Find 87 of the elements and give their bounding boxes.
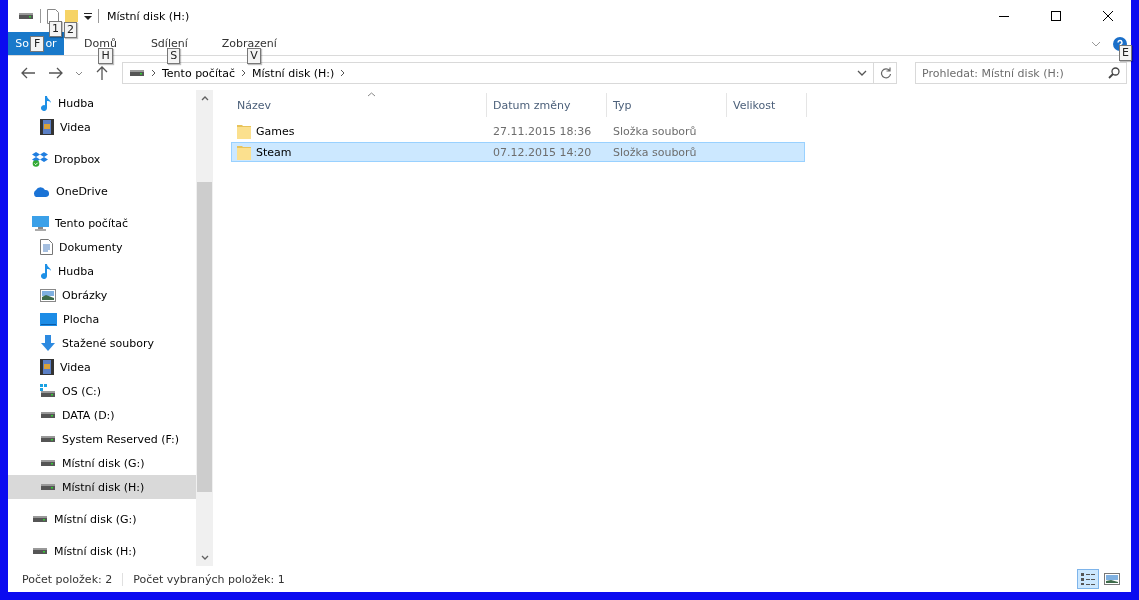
sidebar-item[interactable]: DATA (D:)	[8, 403, 196, 427]
sidebar-item[interactable]: Dokumenty	[8, 235, 196, 259]
file-type: Složka souborů	[612, 145, 698, 159]
maximize-icon	[1051, 11, 1061, 21]
file-date: 27.11.2015 18:36	[492, 124, 593, 138]
status-text: Počet vybraných položek: 1	[133, 572, 286, 586]
search-field[interactable]: Prohledat: Místní disk (H:)	[915, 62, 1127, 84]
chevron-icon[interactable]	[241, 69, 247, 77]
cloud-icon	[32, 185, 50, 197]
folder-icon	[237, 123, 251, 139]
chevron-icon[interactable]	[151, 69, 156, 77]
monitor-icon	[32, 215, 49, 231]
file-name: Steam	[232, 144, 488, 160]
down-arrow-icon	[40, 335, 56, 351]
scrollbar-thumb[interactable]	[197, 182, 212, 492]
film-icon	[40, 119, 54, 135]
sidebar-item[interactable]: Videa	[8, 355, 196, 379]
sidebar-item[interactable]: Místní disk (G:)	[8, 507, 196, 531]
details-view-button[interactable]	[1077, 569, 1099, 589]
key-tip: 1	[49, 20, 62, 37]
sidebar-item[interactable]: OneDrive	[8, 179, 196, 203]
drive-icon	[18, 11, 34, 21]
key-tip: E	[1119, 44, 1132, 61]
up-arrow-icon	[96, 66, 108, 80]
document-icon	[40, 239, 53, 255]
key-tip: 2	[64, 22, 77, 38]
column-header[interactable]: Velikost	[727, 93, 807, 117]
music-note-icon	[40, 95, 52, 111]
sidebar-item[interactable]: Videa	[8, 115, 196, 139]
breadcrumb[interactable]: Tento počítač	[162, 66, 236, 80]
back-arrow-icon	[21, 67, 35, 79]
breadcrumb[interactable]: Místní disk (H:)	[252, 66, 335, 80]
chevron-icon	[75, 70, 83, 76]
address-bar[interactable]: Tento počítač Místní disk (H:)	[122, 62, 897, 84]
sidebar-item[interactable]: OS (C:)	[8, 379, 196, 403]
sidebar-item[interactable]: System Reserved (F:)	[8, 427, 196, 451]
minimize-icon	[999, 15, 1009, 17]
column-header[interactable]: Datum změny	[487, 93, 607, 117]
search-icon	[1108, 67, 1120, 79]
music-note-icon	[40, 263, 52, 279]
close-icon	[1103, 11, 1113, 21]
folder-icon	[237, 144, 251, 160]
sort-caret-icon	[367, 92, 376, 97]
file-tab[interactable]: So F or	[8, 32, 64, 55]
file-row[interactable]: Steam 07.12.2015 14:20 Složka souborů	[231, 142, 805, 162]
file-type: Složka souborů	[612, 124, 698, 138]
sidebar-item[interactable]: Místní disk (H:)	[8, 539, 196, 563]
scrollbar[interactable]	[196, 90, 213, 566]
scroll-down-icon[interactable]	[200, 555, 209, 560]
file-date: 07.12.2015 14:20	[492, 145, 593, 159]
picture-icon	[40, 288, 56, 302]
key-tip: V	[247, 48, 261, 64]
key-tip: S	[167, 48, 181, 64]
sidebar-item[interactable]: Plocha	[8, 307, 196, 331]
drive-icon	[32, 514, 48, 524]
dropbox-icon	[32, 151, 48, 167]
drive-icon	[40, 458, 56, 468]
refresh-icon[interactable]	[880, 67, 892, 79]
dropdown-icon[interactable]	[857, 70, 867, 76]
drive-icon	[40, 410, 56, 420]
column-header[interactable]: Název	[231, 93, 487, 117]
chevron-icon[interactable]	[340, 69, 346, 77]
window-title: Místní disk (H:)	[107, 9, 191, 23]
sidebar-item[interactable]: Místní disk (H:)	[8, 475, 196, 499]
column-header[interactable]: Typ	[607, 93, 727, 117]
key-tip: H	[98, 48, 113, 64]
sidebar-item[interactable]: Hudba	[8, 91, 196, 115]
file-row[interactable]: Games 27.11.2015 18:36 Složka souborů	[231, 121, 805, 141]
drive-icon	[40, 434, 56, 444]
status-text: Počet položek: 2	[22, 572, 124, 586]
file-name: Games	[232, 123, 488, 139]
sidebar-item[interactable]: Obrázky	[8, 283, 196, 307]
sidebar-item[interactable]: Hudba	[8, 259, 196, 283]
drive-icon	[40, 482, 56, 492]
drive-icon	[32, 546, 48, 556]
sidebar-item[interactable]: Stažené soubory	[8, 331, 196, 355]
drive-icon	[129, 68, 145, 78]
drive-icon	[40, 384, 56, 398]
desktop-icon	[40, 312, 57, 326]
sidebar-item[interactable]: Dropbox	[8, 147, 196, 171]
sidebar-item[interactable]: Tento počítač	[8, 211, 196, 235]
sidebar-item[interactable]: Místní disk (G:)	[8, 451, 196, 475]
caret-icon[interactable]	[84, 12, 92, 20]
scroll-up-icon[interactable]	[200, 96, 209, 101]
forward-arrow-icon	[49, 67, 63, 79]
key-tip: F	[30, 35, 45, 52]
film-icon	[40, 359, 54, 375]
